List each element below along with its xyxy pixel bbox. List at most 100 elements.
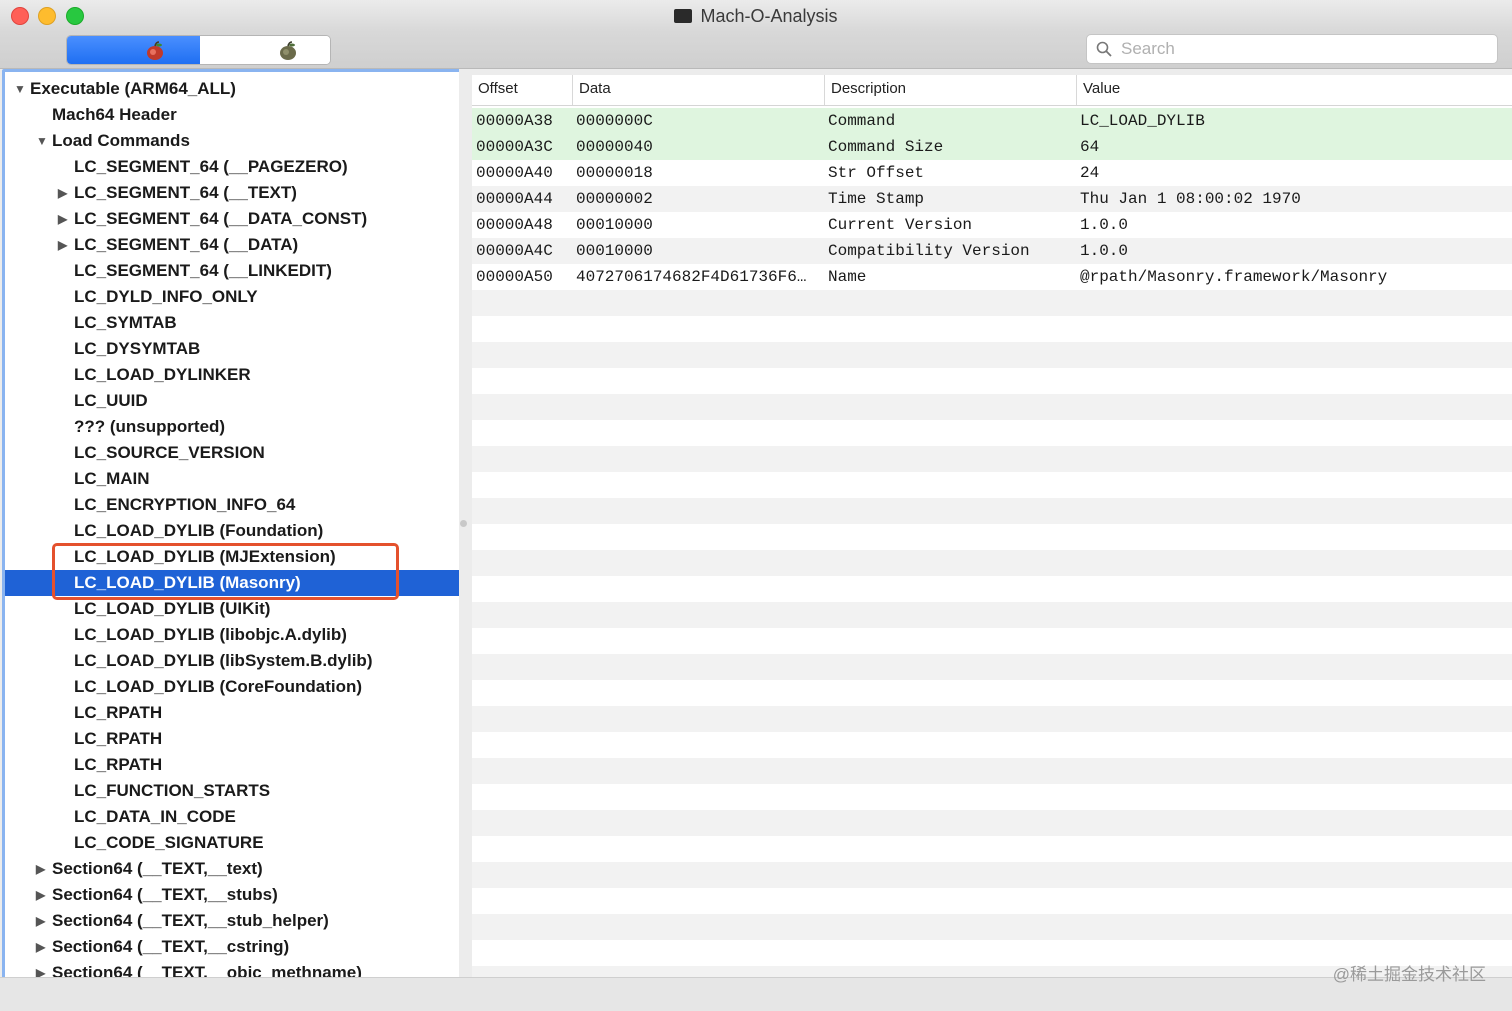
cell-value: 1.0.0: [1080, 242, 1129, 260]
tree-item[interactable]: Mach64 Header: [5, 102, 459, 128]
search-input[interactable]: [1119, 37, 1493, 61]
table-row[interactable]: 00000A50 4072706174682F4D61736F6… Name @rpa…: [472, 264, 1512, 290]
tree-item[interactable]: ▼ Executable (ARM64_ALL): [5, 76, 459, 102]
outline-sidebar[interactable]: ▼ Executable (ARM64_ALL) Mach64 Header ▼ Loa…: [2, 69, 462, 983]
tree-item[interactable]: LC_LOAD_DYLIB (MJExtension): [5, 544, 459, 570]
disclosure-closed-icon[interactable]: ▶: [58, 206, 70, 232]
tree-item[interactable]: LC_LOAD_DYLIB (libSystem.B.dylib): [5, 648, 459, 674]
tree-item[interactable]: ▶ Section64 (__TEXT,__cstring): [5, 934, 459, 960]
tree-item[interactable]: LC_LOAD_DYLIB (libobjc.A.dylib): [5, 622, 459, 648]
tree-item-label: LC_SEGMENT_64 (__TEXT): [74, 183, 297, 202]
cell-description: Command: [828, 112, 896, 130]
table-stripe: [472, 290, 1512, 316]
disclosure-open-icon[interactable]: ▼: [14, 76, 26, 102]
table-row[interactable]: 00000A38 0000000C Command LC_LOAD_DYLIB: [472, 108, 1512, 134]
cell-data: 00000002: [576, 190, 653, 208]
tree-item[interactable]: LC_CODE_SIGNATURE: [5, 830, 459, 856]
tree-item-label: ??? (unsupported): [74, 417, 226, 436]
table-stripe: [472, 888, 1512, 914]
cell-description: Current Version: [828, 216, 973, 234]
table-stripe: [472, 420, 1512, 446]
disclosure-closed-icon[interactable]: ▶: [36, 856, 48, 882]
tree-item[interactable]: LC_RPATH: [5, 700, 459, 726]
cell-value: 64: [1080, 138, 1100, 156]
tree-item[interactable]: LC_LOAD_DYLIB (Foundation): [5, 518, 459, 544]
table-row[interactable]: 00000A4C 00010000 Compatibility Version 1.0…: [472, 238, 1512, 264]
disclosure-closed-icon[interactable]: ▶: [36, 908, 48, 934]
tree-item[interactable]: LC_FUNCTION_STARTS: [5, 778, 459, 804]
tree-item-label: LC_LOAD_DYLIB (MJExtension): [74, 547, 336, 566]
tree-item[interactable]: ▶ Section64 (__TEXT,__stub_helper): [5, 908, 459, 934]
cell-offset: 00000A4C: [476, 242, 553, 260]
tree-item-label: LC_LOAD_DYLIB (UIKit): [74, 599, 271, 618]
divider-grip-icon[interactable]: [460, 520, 467, 527]
column-header-data[interactable]: Data: [572, 75, 824, 105]
disclosure-closed-icon[interactable]: ▶: [36, 934, 48, 960]
tree-item[interactable]: LC_RPATH: [5, 752, 459, 778]
disclosure-closed-icon[interactable]: ▶: [58, 180, 70, 206]
tree-item[interactable]: LC_SOURCE_VERSION: [5, 440, 459, 466]
table-stripe: [472, 784, 1512, 810]
table-row[interactable]: 00000A48 00010000 Current Version 1.0.0: [472, 212, 1512, 238]
tree-item[interactable]: LC_LOAD_DYLIB (UIKit): [5, 596, 459, 622]
tree-item[interactable]: LC_MAIN: [5, 466, 459, 492]
tree-item-label: Section64 (__TEXT,__cstring): [52, 937, 290, 956]
detail-table: Offset Data Description Value 00000A38 00…: [472, 75, 1512, 977]
column-header-description[interactable]: Description: [824, 75, 1076, 105]
cell-offset: 00000A3C: [476, 138, 553, 156]
tree-item[interactable]: ▶ LC_SEGMENT_64 (__DATA_CONST): [5, 206, 459, 232]
tree-item[interactable]: LC_SEGMENT_64 (__PAGEZERO): [5, 154, 459, 180]
table-row[interactable]: 00000A3C 00000040 Command Size 64: [472, 134, 1512, 161]
table-row[interactable]: 00000A44 00000002 Time Stamp Thu Jan 1 08:0…: [472, 186, 1512, 212]
tree-item[interactable]: ??? (unsupported): [5, 414, 459, 440]
table-stripe: [472, 810, 1512, 836]
table-stripe: [472, 368, 1512, 394]
column-header-offset[interactable]: Offset: [472, 75, 572, 105]
tree-item[interactable]: ▶ Section64 (__TEXT,__stubs): [5, 882, 459, 908]
apple-icon: [147, 41, 163, 60]
table-row[interactable]: 00000A40 00000018 Str Offset 24: [472, 160, 1512, 186]
tree-item[interactable]: ▶ LC_SEGMENT_64 (__TEXT): [5, 180, 459, 206]
tree-item[interactable]: ▶ LC_SEGMENT_64 (__DATA): [5, 232, 459, 258]
tree-item[interactable]: LC_SEGMENT_64 (__LINKEDIT): [5, 258, 459, 284]
tree-item-label: LC_DYLD_INFO_ONLY: [74, 287, 258, 306]
cell-description: Str Offset: [828, 164, 925, 182]
tree-item-label: LC_LOAD_DYLIB (Foundation): [74, 521, 324, 540]
tree-item[interactable]: LC_UUID: [5, 388, 459, 414]
tree-item[interactable]: LC_DYLD_INFO_ONLY: [5, 284, 459, 310]
segment-right[interactable]: [200, 36, 330, 64]
table-stripe: [472, 706, 1512, 732]
table-stripe: [472, 524, 1512, 550]
tree-item[interactable]: LC_LOAD_DYLINKER: [5, 362, 459, 388]
tree-item-label: LC_RPATH: [74, 755, 163, 774]
column-header-value[interactable]: Value: [1076, 75, 1512, 105]
cell-offset: 00000A50: [476, 268, 553, 286]
table-stripe: [472, 680, 1512, 706]
disclosure-closed-icon[interactable]: ▶: [58, 232, 70, 258]
tree-item-label: LC_SEGMENT_64 (__LINKEDIT): [74, 261, 332, 280]
cell-value: 1.0.0: [1080, 216, 1129, 234]
search-field[interactable]: [1086, 34, 1498, 64]
tree-item-label: LC_RPATH: [74, 703, 163, 722]
cell-data: 4072706174682F4D61736F6…: [576, 268, 807, 286]
window-title: Mach-O-Analysis: [700, 6, 838, 26]
tree-item[interactable]: ▶ Section64 (__TEXT,__text): [5, 856, 459, 882]
tree-item[interactable]: LC_SYMTAB: [5, 310, 459, 336]
tree-item-label: LC_LOAD_DYLIB (libobjc.A.dylib): [74, 625, 347, 644]
disclosure-closed-icon[interactable]: ▶: [36, 882, 48, 908]
tree-item[interactable]: LC_RPATH: [5, 726, 459, 752]
tree-item-label: Executable (ARM64_ALL): [30, 79, 236, 98]
document-icon: [674, 9, 693, 23]
tree-item[interactable]: ▼ Load Commands: [5, 128, 459, 154]
tree-item[interactable]: LC_ENCRYPTION_INFO_64: [5, 492, 459, 518]
cell-data: 00000040: [576, 138, 653, 156]
tree-item[interactable]: LC_DATA_IN_CODE: [5, 804, 459, 830]
segment-left[interactable]: [67, 36, 200, 64]
tree-item[interactable]: LC_LOAD_DYLIB (Masonry): [5, 570, 459, 596]
watermark: @稀土掘金技术社区: [1332, 965, 1486, 984]
tree-item[interactable]: LC_DYSYMTAB: [5, 336, 459, 362]
tree-item-label: LC_FUNCTION_STARTS: [74, 781, 271, 800]
disclosure-open-icon[interactable]: ▼: [36, 128, 48, 154]
status-bar: [0, 977, 1512, 1011]
tree-item[interactable]: LC_LOAD_DYLIB (CoreFoundation): [5, 674, 459, 700]
